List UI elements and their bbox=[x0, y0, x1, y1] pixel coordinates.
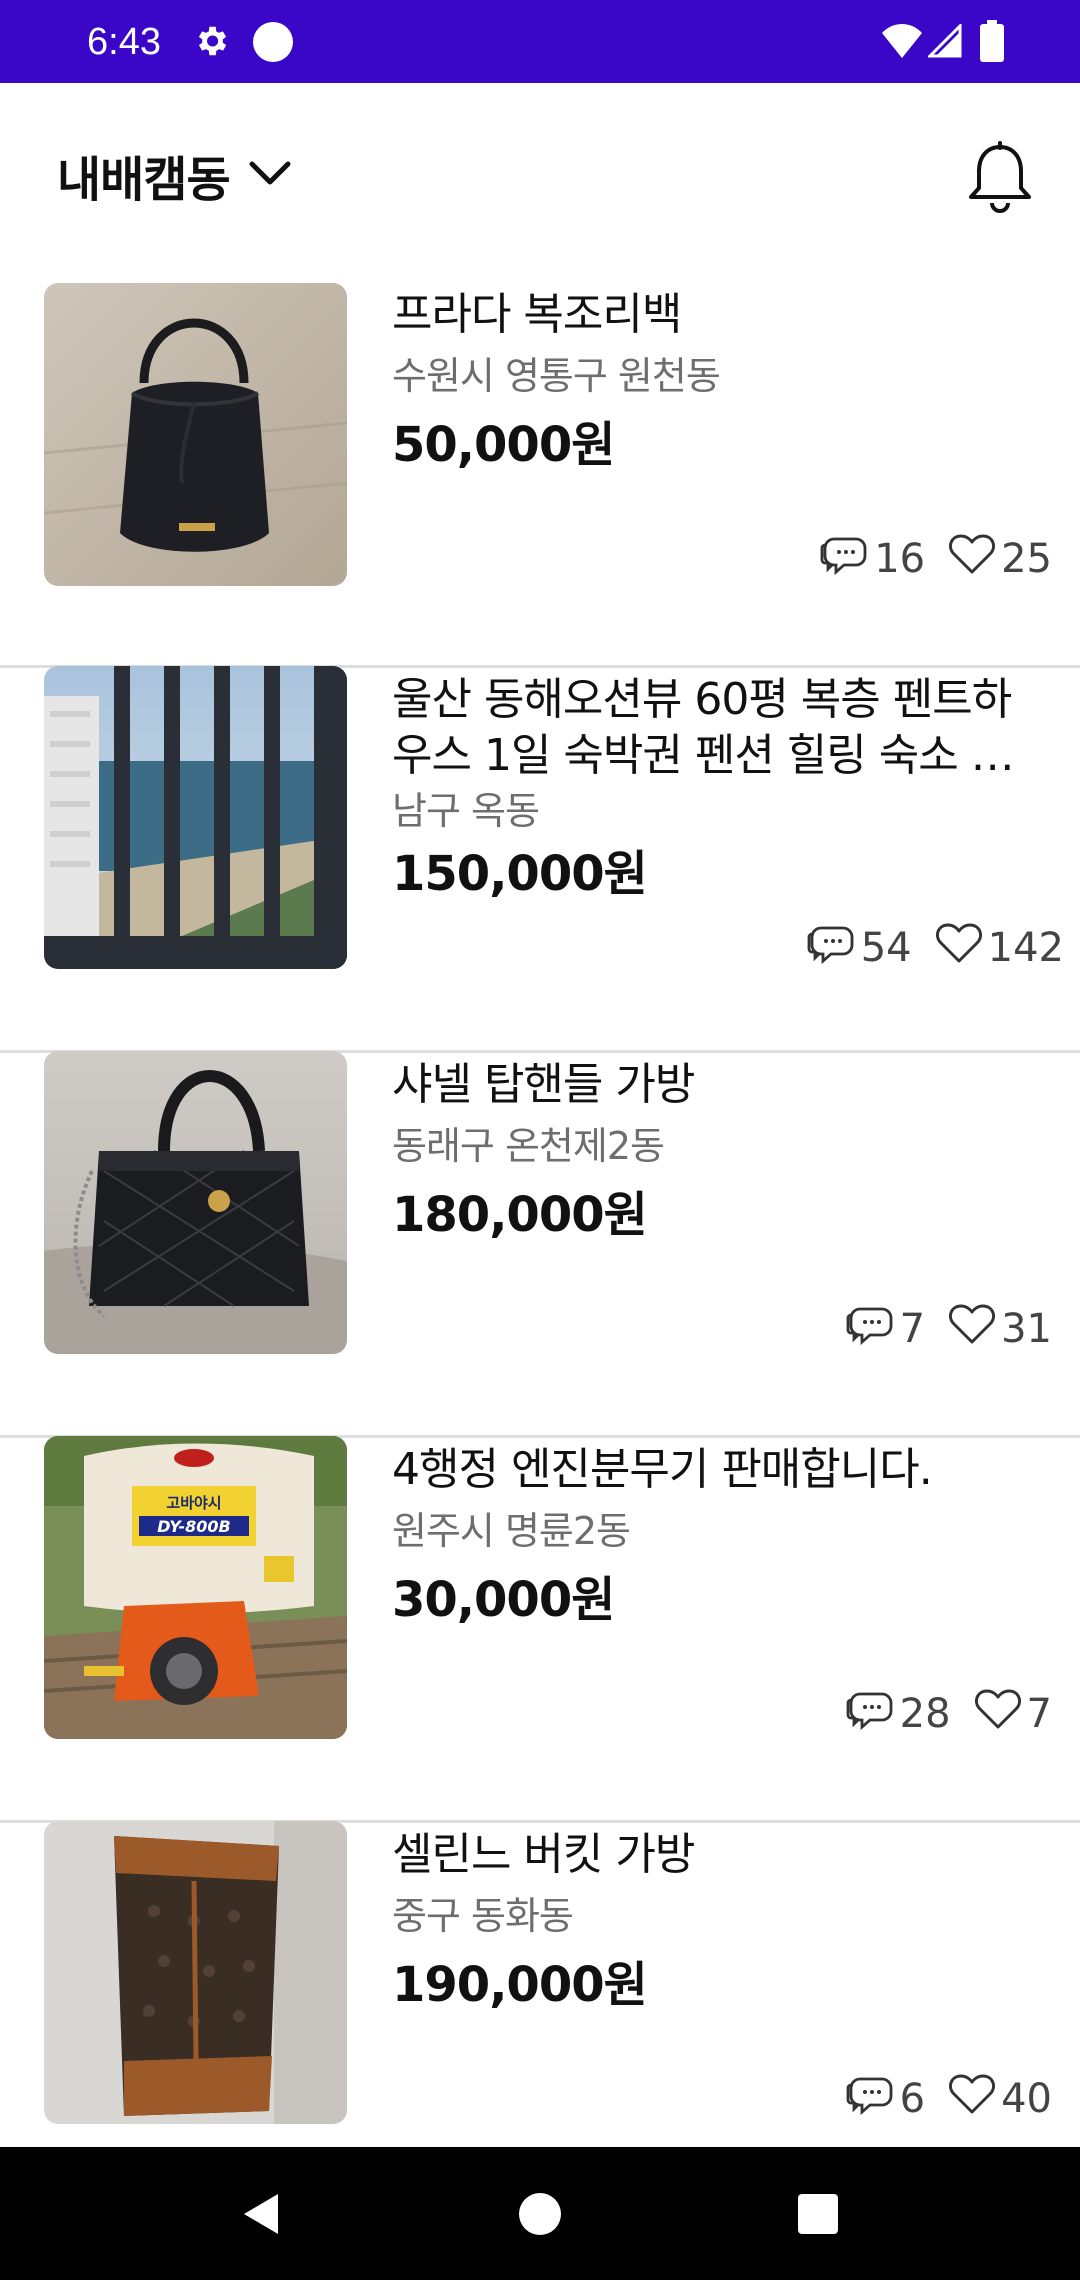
list-item[interactable]: 고바야시 DY-800B 4행정 엔진분무기 판매합니다. 원주시 명륜2동 3… bbox=[0, 1436, 1080, 1823]
chevron-down-icon bbox=[248, 158, 292, 192]
system-nav-bar bbox=[0, 2147, 1080, 2280]
chat-count-value: 28 bbox=[899, 1691, 951, 1737]
product-info: 프라다 복조리백 수원시 영통구 원천동 50,000원 bbox=[392, 283, 1042, 475]
product-region: 남구 옥동 bbox=[392, 789, 540, 833]
status-bar: 6:43 bbox=[0, 0, 1080, 83]
product-stats: 6 40 bbox=[822, 2071, 1052, 2127]
product-image bbox=[44, 1821, 347, 2124]
product-stats: 54 142 bbox=[783, 920, 1064, 976]
product-title: 프라다 복조리백 bbox=[392, 289, 682, 340]
like-count-value: 142 bbox=[987, 925, 1064, 971]
product-info: 샤넬 탑핸들 가방 동래구 온천제2동 180,000원 bbox=[392, 1053, 1042, 1245]
like-count: 142 bbox=[935, 922, 1064, 974]
location-label: 내배캠동 bbox=[57, 152, 231, 208]
like-count-value: 7 bbox=[1026, 1691, 1052, 1737]
product-region: 동래구 온천제2동 bbox=[392, 1124, 665, 1168]
back-icon[interactable] bbox=[228, 2182, 292, 2246]
product-region: 수원시 영통구 원천동 bbox=[392, 354, 721, 398]
product-stats: 16 25 bbox=[796, 531, 1052, 587]
heart-icon bbox=[974, 1688, 1021, 1740]
like-count-value: 25 bbox=[1001, 536, 1052, 582]
chat-bubble-icon bbox=[807, 922, 855, 974]
chat-bubble-icon bbox=[846, 1303, 894, 1355]
product-image bbox=[44, 666, 347, 969]
chat-bubble-icon bbox=[820, 533, 868, 585]
battery-icon bbox=[980, 20, 1004, 66]
list-item[interactable]: 울산 동해오션뷰 60평 복층 펜트하우스 1일 숙박권 펜션 힐링 숙소 … … bbox=[0, 666, 1080, 1053]
heart-icon bbox=[949, 1303, 996, 1355]
like-count: 31 bbox=[949, 1303, 1052, 1355]
circle-icon bbox=[252, 21, 294, 67]
heart-icon bbox=[935, 922, 982, 974]
product-price: 180,000원 bbox=[392, 1187, 648, 1243]
wifi-icon bbox=[882, 24, 922, 62]
chat-count: 7 bbox=[846, 1303, 925, 1355]
product-stats: 7 31 bbox=[822, 1301, 1052, 1357]
product-image bbox=[44, 1051, 347, 1354]
recents-icon[interactable] bbox=[786, 2182, 850, 2246]
product-title: 샤넬 탑핸들 가방 bbox=[392, 1059, 695, 1110]
product-image: 고바야시 DY-800B bbox=[44, 1436, 347, 1739]
product-info: 4행정 엔진분무기 판매합니다. 원주시 명륜2동 30,000원 bbox=[392, 1438, 1042, 1630]
product-image-model-label: DY-800B bbox=[157, 1517, 231, 1536]
chat-bubble-icon bbox=[846, 1688, 894, 1740]
like-count: 40 bbox=[949, 2073, 1052, 2125]
product-price: 50,000원 bbox=[392, 417, 615, 473]
status-time: 6:43 bbox=[87, 21, 161, 63]
bell-icon[interactable] bbox=[964, 141, 1036, 217]
product-info: 셀린느 버킷 가방 중구 동화동 190,000원 bbox=[392, 1823, 1042, 2015]
home-icon[interactable] bbox=[508, 2182, 572, 2246]
gear-icon bbox=[192, 22, 230, 64]
like-count: 25 bbox=[949, 533, 1052, 585]
product-stats: 28 7 bbox=[822, 1686, 1052, 1742]
chat-count: 6 bbox=[846, 2073, 925, 2125]
chat-count: 54 bbox=[807, 922, 912, 974]
location-selector[interactable]: 내배캠동 bbox=[57, 145, 292, 208]
chat-count: 16 bbox=[820, 533, 925, 585]
heart-icon bbox=[949, 533, 996, 585]
like-count: 7 bbox=[974, 1688, 1052, 1740]
product-price: 150,000원 bbox=[392, 846, 648, 902]
chat-count-value: 6 bbox=[899, 2076, 926, 2122]
list-item[interactable]: 샤넬 탑핸들 가방 동래구 온천제2동 180,000원 7 31 bbox=[0, 1051, 1080, 1438]
like-count-value: 31 bbox=[1001, 1306, 1052, 1352]
product-region: 중구 동화동 bbox=[392, 1894, 574, 1938]
heart-icon bbox=[949, 2073, 996, 2125]
product-title: 4행정 엔진분무기 판매합니다. bbox=[392, 1444, 933, 1495]
product-title: 셀린느 버킷 가방 bbox=[392, 1829, 695, 1880]
chat-count-value: 7 bbox=[899, 1306, 926, 1352]
like-count-value: 40 bbox=[1001, 2076, 1052, 2122]
list-item[interactable]: 프라다 복조리백 수원시 영통구 원천동 50,000원 16 25 bbox=[0, 283, 1080, 668]
product-list: 프라다 복조리백 수원시 영통구 원천동 50,000원 16 25 울산 동해… bbox=[0, 283, 1080, 2208]
product-region: 원주시 명륜2동 bbox=[392, 1509, 631, 1553]
chat-bubble-icon bbox=[846, 2073, 894, 2125]
product-info: 울산 동해오션뷰 60평 복층 펜트하우스 1일 숙박권 펜션 힐링 숙소 … … bbox=[392, 668, 1042, 904]
product-image-brand-label: 고바야시 bbox=[166, 1494, 221, 1512]
product-title: 울산 동해오션뷰 60평 복층 펜트하우스 1일 숙박권 펜션 힐링 숙소 … bbox=[392, 674, 1015, 781]
chat-count-value: 54 bbox=[860, 925, 912, 971]
product-image bbox=[44, 283, 347, 586]
chat-count-value: 16 bbox=[874, 536, 926, 582]
app-header: 내배캠동 bbox=[0, 83, 1080, 283]
signal-icon bbox=[926, 22, 962, 62]
product-price: 30,000원 bbox=[392, 1572, 615, 1628]
chat-count: 28 bbox=[846, 1688, 951, 1740]
product-price: 190,000원 bbox=[392, 1957, 648, 2013]
